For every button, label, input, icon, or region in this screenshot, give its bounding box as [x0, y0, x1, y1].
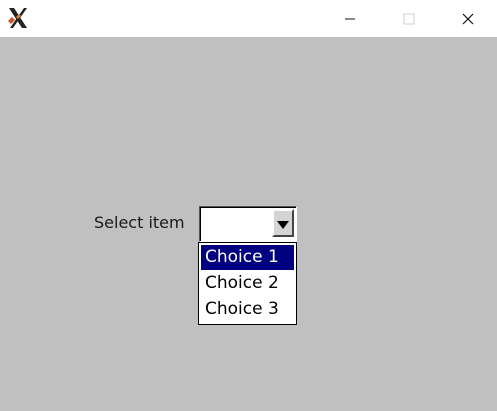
option-choice-1[interactable]: Choice 1 — [201, 245, 294, 270]
minimize-icon — [344, 13, 356, 25]
item-combobox[interactable] — [199, 206, 297, 242]
x-logo-icon — [6, 7, 30, 29]
select-item-label: Select item — [94, 213, 185, 232]
option-choice-3[interactable]: Choice 3 — [201, 297, 294, 322]
close-button[interactable] — [445, 0, 491, 37]
title-bar — [0, 0, 497, 37]
combobox-dropdown-button[interactable] — [272, 209, 294, 237]
option-choice-2[interactable]: Choice 2 — [201, 271, 294, 296]
maximize-button[interactable] — [386, 0, 432, 37]
minimize-button[interactable] — [327, 0, 373, 37]
combobox-dropdown-list: Choice 1 Choice 2 Choice 3 — [198, 242, 297, 325]
close-icon — [462, 13, 474, 25]
triangle-down-icon — [277, 214, 289, 233]
maximize-icon — [403, 13, 415, 25]
